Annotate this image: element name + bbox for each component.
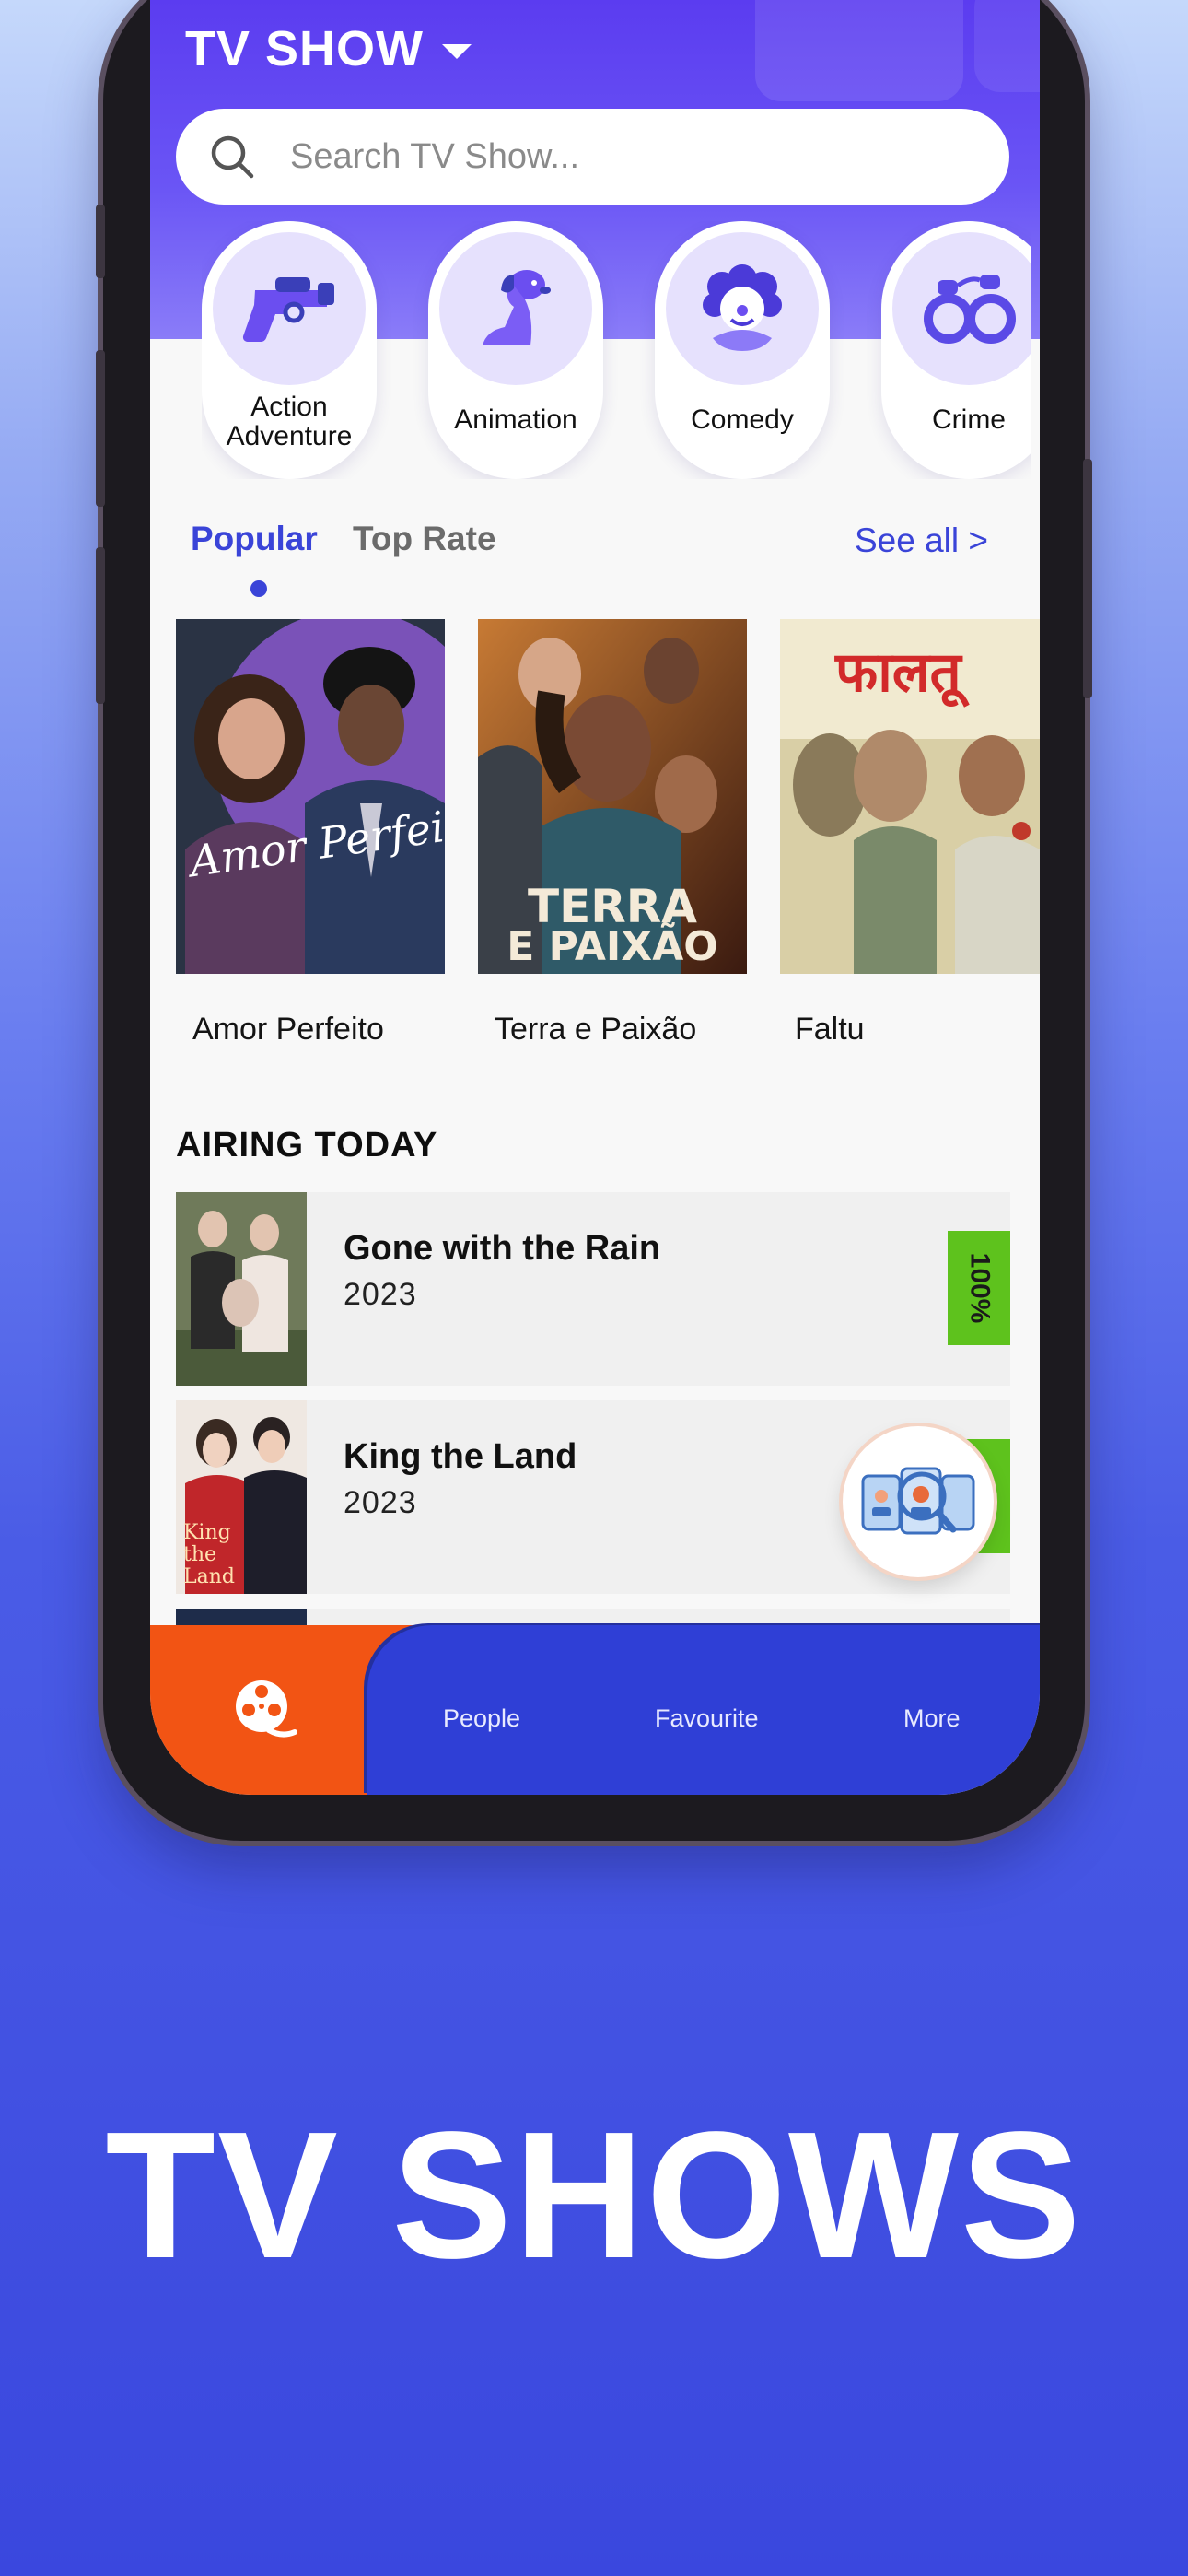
thumbnail [176,1192,307,1386]
people-search-fab[interactable] [843,1426,994,1577]
app-screen: TV SHOW Search TV Show... Action Adventu… [150,0,1040,1795]
genre-label: Action Adventure [226,392,353,451]
list-tabs: Popular Top Rate See all > [191,520,1019,597]
poster-title: Faltu [795,1012,865,1047]
nav-people[interactable]: People [443,1704,520,1733]
poster-faltu[interactable]: फालतू [780,619,1040,974]
see-all-link[interactable]: See all > [855,521,988,560]
airing-row[interactable]: Gone with the Rain 2023 100% [176,1192,1010,1386]
genre-label: Crime [932,404,1006,435]
page-title: TV SHOW [185,21,424,76]
genre-crime[interactable]: Crime [881,221,1031,479]
poster-title-art: TERRA E PAIXÃO [507,880,718,970]
poster-title-art: King the Land [183,1521,235,1588]
genre-action-adventure[interactable]: Action Adventure [202,221,377,479]
caret-down-icon [442,44,472,59]
phone-side-button [96,547,105,704]
tab-top-rate[interactable]: Top Rate [353,520,496,558]
search-input[interactable]: Search TV Show... [176,109,1009,205]
poster-amor-perfeito[interactable]: Amor Perfeito [176,619,445,974]
id-cards-search-icon [861,1467,975,1535]
bottom-nav: People Favourite More [150,1625,1040,1795]
active-tab-indicator [250,580,267,597]
header-decoration [755,0,963,101]
genre-label: Animation [454,404,577,435]
film-reel-icon [236,1680,297,1738]
tab-popular[interactable]: Popular [191,520,318,558]
genre-comedy[interactable]: Comedy [655,221,830,479]
revolver-icon [242,277,334,343]
phone-side-button [96,205,105,278]
genre-animation[interactable]: Animation [428,221,603,479]
poster-title-art: फालतू [835,640,961,705]
handcuffs-icon [924,275,1016,344]
nav-more[interactable]: More [903,1704,961,1733]
search-icon [211,135,254,179]
show-title: Gone with the Rain [344,1229,661,1268]
show-year: 2023 [344,1485,417,1520]
show-title: King the Land [344,1437,577,1476]
show-year: 2023 [344,1277,417,1312]
media-type-dropdown[interactable]: TV SHOW [185,20,472,77]
nav-favourite[interactable]: Favourite [655,1704,759,1733]
rating-badge: 100% [948,1231,1010,1345]
poster-terra-e-paixao[interactable]: TERRA E PAIXÃO [478,619,747,974]
promo-caption: TV SHOWS [105,2094,1083,2296]
header-decoration [974,0,1040,92]
phone-side-button [1083,459,1092,698]
genre-label: Comedy [691,404,794,435]
section-heading: AIRING TODAY [176,1126,438,1165]
dog-icon [483,270,551,345]
genre-carousel: Action Adventure Animation Comedy Crime [202,221,1031,479]
phone-side-button [96,350,105,507]
thumbnail: King the Land [176,1400,307,1594]
poster-title: Terra e Paixão [495,1012,697,1047]
search-placeholder: Search TV Show... [290,136,580,176]
clown-icon [703,264,782,351]
poster-title: Amor Perfeito [192,1012,384,1047]
